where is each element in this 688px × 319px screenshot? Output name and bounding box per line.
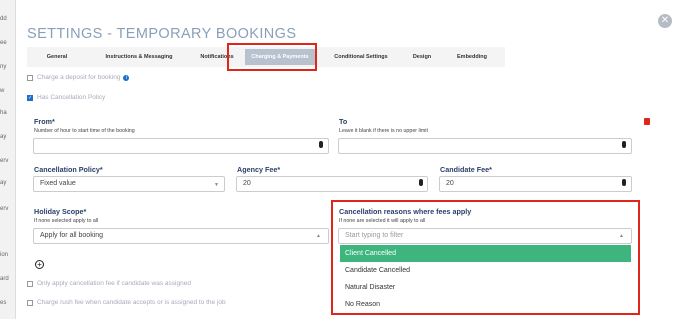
policy-label: Cancellation Policy*	[34, 165, 103, 174]
bg-text: ard	[0, 276, 9, 282]
deposit-row[interactable]: Charge a deposit for booking i	[27, 74, 130, 81]
microphone-icon[interactable]	[419, 179, 423, 186]
to-input[interactable]	[338, 138, 632, 154]
tab-embedding[interactable]: Embedding	[447, 47, 497, 67]
rush-fee-checkbox[interactable]	[27, 299, 33, 306]
info-icon[interactable]: i	[123, 74, 130, 81]
candidate-fee-label: Candidate Fee*	[440, 165, 492, 174]
microphone-icon[interactable]	[319, 141, 323, 148]
bg-text: ny	[0, 64, 7, 70]
bg-text: ay	[0, 180, 7, 186]
plus-icon[interactable]: +	[35, 260, 44, 269]
deposit-checkbox[interactable]	[27, 74, 33, 81]
close-icon[interactable]: ✕	[658, 14, 672, 28]
only-apply-checkbox[interactable]	[27, 280, 33, 287]
tab-conditional-settings[interactable]: Conditional Settings	[321, 47, 401, 67]
only-apply-row[interactable]: Only apply cancellation fee if candidate…	[27, 280, 191, 287]
tab-general[interactable]: General	[37, 47, 77, 67]
cancellation-row[interactable]: ✓ Has Cancellation Policy	[27, 94, 105, 101]
deposit-label: Charge a deposit for booking	[37, 74, 121, 81]
tab-design[interactable]: Design	[407, 47, 437, 67]
from-input[interactable]	[33, 138, 329, 154]
bg-text: erv	[0, 206, 9, 212]
trash-icon[interactable]	[644, 118, 650, 125]
only-apply-label: Only apply cancellation fee if candidate…	[37, 280, 191, 287]
to-label: To	[339, 117, 348, 126]
holiday-label: Holiday Scope*	[34, 207, 87, 216]
candidate-fee-input[interactable]: 20	[439, 176, 632, 192]
page-title: SETTINGS - TEMPORARY BOOKINGS	[27, 26, 297, 42]
bg-text: ay	[0, 134, 7, 140]
holiday-select[interactable]: Apply for all booking	[33, 228, 329, 244]
bg-text: erv	[0, 158, 9, 164]
chevron-up-icon[interactable]: ▲	[316, 233, 321, 239]
agency-fee-input[interactable]: 20	[236, 176, 428, 192]
cancellation-checkbox[interactable]: ✓	[27, 94, 33, 101]
dropdown-highlight-box	[331, 200, 640, 315]
holiday-help: If none selected apply to all	[34, 218, 99, 224]
tab-instructions-messaging[interactable]: Instructions & Messaging	[89, 47, 189, 67]
bg-text: w	[0, 88, 5, 94]
from-label: From*	[34, 117, 55, 126]
to-help: Leave it blank if there is no upper limi…	[339, 128, 428, 134]
bg-text: dd	[0, 16, 7, 22]
from-help: Number of hour to start time of the book…	[34, 128, 135, 134]
background-page-strip: dd ee ny w ha ay erv ay erv ion ard es	[0, 0, 16, 319]
rush-fee-label: Charge rush fee when candidate accepts o…	[37, 299, 226, 306]
bg-text: ee	[0, 40, 7, 46]
bg-text: ion	[0, 252, 9, 258]
rush-fee-row[interactable]: Charge rush fee when candidate accepts o…	[27, 299, 226, 306]
settings-modal: SETTINGS - TEMPORARY BOOKINGS ✕ General …	[16, 0, 688, 319]
chevron-down-icon[interactable]: ▼	[214, 182, 219, 188]
bg-text: es	[0, 300, 7, 306]
agency-fee-label: Agency Fee*	[237, 165, 281, 174]
bg-text: ha	[0, 110, 7, 116]
cancellation-label: Has Cancellation Policy	[37, 94, 106, 101]
policy-select[interactable]: Fixed value	[33, 176, 225, 192]
microphone-icon[interactable]	[622, 179, 626, 186]
microphone-icon[interactable]	[622, 141, 626, 148]
tab-highlight-box	[227, 43, 317, 71]
